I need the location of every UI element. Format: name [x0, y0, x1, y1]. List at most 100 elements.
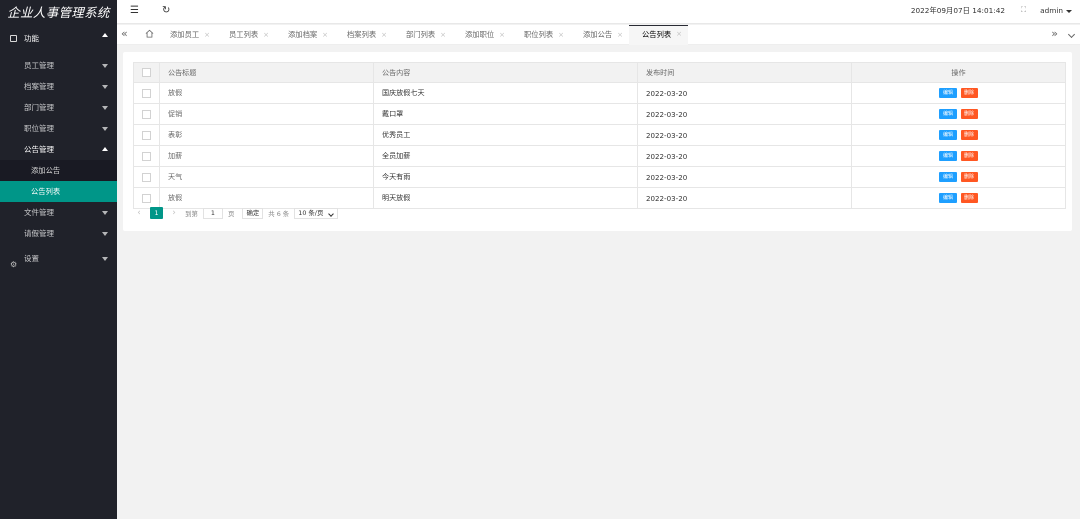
delete-button[interactable]: 删除 — [960, 109, 978, 119]
cell-date: 2022-03-20 — [637, 124, 852, 146]
row-checkbox[interactable] — [142, 151, 151, 161]
announcement-table: 公告标题 公告内容 发布时间 操作 放假 国庆放假七天 2022-03-20 编… — [133, 62, 1066, 209]
delete-button[interactable]: 删除 — [960, 151, 978, 161]
cell-date: 2022-03-20 — [637, 187, 852, 209]
close-icon[interactable]: × — [617, 25, 623, 45]
sidebar-item-employees[interactable]: 员工管理 — [0, 55, 117, 76]
edit-button[interactable]: 编辑 — [939, 130, 957, 140]
tab-label: 部门列表 — [406, 30, 436, 39]
edit-button[interactable]: 编辑 — [939, 88, 957, 98]
select-all-checkbox[interactable] — [142, 68, 151, 78]
header-datetime: 2022年09月07日 14:01:42 — [910, 6, 1005, 15]
tab-add-archive[interactable]: 添加档案 × — [275, 25, 334, 45]
menu-toggle-icon[interactable]: ☰ — [130, 5, 139, 16]
close-icon[interactable]: × — [558, 25, 564, 45]
row-checkbox[interactable] — [142, 130, 151, 140]
tabs-dropdown-icon[interactable] — [1067, 30, 1076, 39]
chevron-down-icon — [102, 106, 108, 110]
sidebar-item-settings[interactable]: ⚙ 设置 — [0, 248, 117, 269]
cell-title: 放假 — [159, 187, 374, 209]
tab-add-position[interactable]: 添加职位 × — [452, 25, 511, 45]
tab-label: 职位列表 — [524, 30, 554, 39]
close-icon[interactable]: × — [499, 25, 505, 45]
cell-date: 2022-03-20 — [637, 82, 852, 104]
close-icon[interactable]: × — [676, 26, 682, 43]
tab-label: 添加职位 — [465, 30, 495, 39]
main-content: 公告标题 公告内容 发布时间 操作 放假 国庆放假七天 2022-03-20 编… — [117, 46, 1080, 519]
row-checkbox[interactable] — [142, 109, 151, 119]
edit-button[interactable]: 编辑 — [939, 193, 957, 203]
confirm-page-button[interactable]: 确定 — [242, 207, 264, 219]
refresh-icon[interactable]: ↻ — [162, 5, 170, 16]
cell-title: 表彰 — [159, 124, 374, 146]
sidebar-subitem-add-announcement[interactable]: 添加公告 — [0, 160, 117, 181]
page-unit-label: 页 — [228, 209, 235, 218]
sidebar-subitem-announcement-list[interactable]: 公告列表 — [0, 181, 117, 202]
delete-button[interactable]: 删除 — [960, 193, 978, 203]
tab-label: 公告列表 — [642, 30, 672, 39]
tab-archive-list[interactable]: 档案列表 × — [334, 25, 393, 45]
chevron-down-icon — [102, 64, 108, 68]
cell-actions: 编辑 删除 — [851, 82, 1066, 104]
close-icon[interactable]: × — [322, 25, 328, 45]
cell-date: 2022-03-20 — [637, 103, 852, 125]
cell-actions: 编辑 删除 — [851, 187, 1066, 209]
tab-department-list[interactable]: 部门列表 × — [393, 25, 452, 45]
close-icon[interactable]: × — [381, 25, 387, 45]
chevron-up-icon — [102, 147, 108, 151]
sidebar-item-archives[interactable]: 档案管理 — [0, 76, 117, 97]
edit-button[interactable]: 编辑 — [939, 172, 957, 182]
edit-button[interactable]: 编辑 — [939, 109, 957, 119]
close-icon[interactable]: × — [204, 25, 210, 45]
next-page-icon[interactable]: › — [168, 208, 180, 218]
tab-add-employee[interactable]: 添加员工 × — [157, 25, 216, 45]
home-icon[interactable] — [145, 29, 154, 38]
close-icon[interactable]: × — [263, 25, 269, 45]
tab-label: 添加档案 — [288, 30, 318, 39]
table-row: 放假 国庆放假七天 2022-03-20 编辑 删除 — [133, 82, 1066, 104]
tab-bar: « 添加员工 × 员工列表 × 添加档案 × 档案列表 × 部门列表 × 添加职位 × 职位列表 × 添加公… — [117, 25, 1080, 45]
sidebar-item-files[interactable]: 文件管理 — [0, 202, 117, 223]
cell-actions: 编辑 删除 — [851, 103, 1066, 125]
tab-employee-list[interactable]: 员工列表 × — [216, 25, 275, 45]
goto-label: 到第 — [185, 209, 198, 218]
delete-button[interactable]: 删除 — [960, 130, 978, 140]
fullscreen-icon[interactable]: ⛶ — [1021, 5, 1026, 15]
col-header-actions: 操作 — [851, 62, 1066, 83]
chevron-down-icon — [102, 211, 108, 215]
current-page-button[interactable]: 1 — [150, 207, 164, 219]
delete-button[interactable]: 删除 — [960, 172, 978, 182]
tab-position-list[interactable]: 职位列表 × — [511, 25, 570, 45]
cell-actions: 编辑 删除 — [851, 145, 1066, 167]
user-menu[interactable]: admin — [1040, 6, 1072, 15]
sidebar-item-positions[interactable]: 职位管理 — [0, 118, 117, 139]
cell-date: 2022-03-20 — [637, 145, 852, 167]
tabs-scroll-right-icon[interactable]: » — [1051, 27, 1058, 40]
nav-functions[interactable]: 功能 — [0, 25, 117, 52]
row-checkbox[interactable] — [142, 193, 151, 203]
col-header-title[interactable]: 公告标题 — [159, 62, 374, 83]
tabs-scroll-left-icon[interactable]: « — [121, 27, 128, 40]
table-header-row: 公告标题 公告内容 发布时间 操作 — [133, 62, 1066, 83]
edit-button[interactable]: 编辑 — [939, 151, 957, 161]
delete-button[interactable]: 删除 — [960, 88, 978, 98]
total-count: 共 6 条 — [268, 209, 290, 218]
sidebar-item-departments[interactable]: 部门管理 — [0, 97, 117, 118]
page-number-input[interactable]: 1 — [202, 207, 223, 219]
row-checkbox[interactable] — [142, 88, 151, 98]
row-select-cell — [133, 166, 160, 188]
tab-announcement-list[interactable]: 公告列表 × — [629, 25, 688, 45]
prev-page-icon[interactable]: ‹ — [133, 208, 145, 218]
sidebar-item-announcements[interactable]: 公告管理 — [0, 139, 117, 160]
table-row: 天气 今天有雨 2022-03-20 编辑 删除 — [133, 166, 1066, 188]
col-header-content[interactable]: 公告内容 — [373, 62, 638, 83]
col-header-date[interactable]: 发布时间 — [637, 62, 852, 83]
table-row: 表彰 优秀员工 2022-03-20 编辑 删除 — [133, 124, 1066, 146]
close-icon[interactable]: × — [440, 25, 446, 45]
page-size-select[interactable]: 10 条/页 — [294, 207, 339, 219]
row-checkbox[interactable] — [142, 172, 151, 182]
tab-add-announcement[interactable]: 添加公告 × — [570, 25, 629, 45]
sidebar-item-label: 职位管理 — [24, 124, 54, 133]
sidebar-item-leave[interactable]: 请假管理 — [0, 223, 117, 244]
chevron-up-icon — [102, 33, 108, 37]
